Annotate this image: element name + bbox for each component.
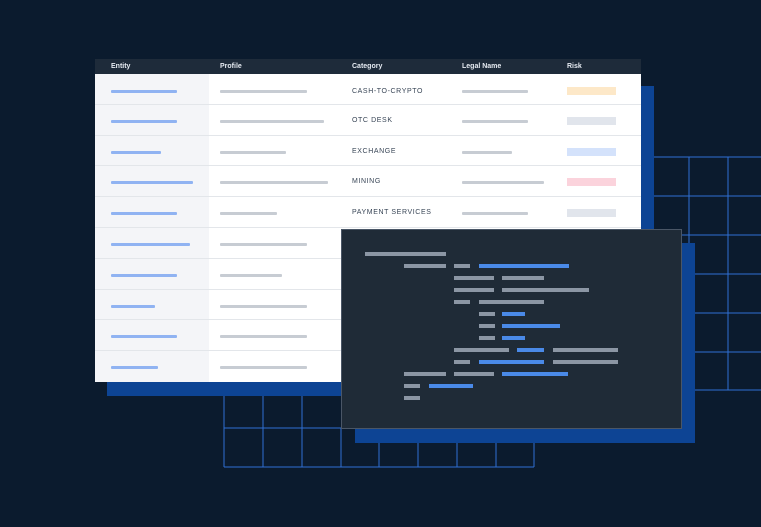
category-cell: OTC DESK: [352, 116, 393, 124]
entity-placeholder: [111, 150, 161, 154]
profile-placeholder: [220, 150, 286, 154]
profile-placeholder: [220, 273, 282, 277]
code-token: [502, 324, 560, 328]
entity-placeholder: [111, 366, 158, 370]
code-token: [479, 312, 495, 316]
entity-placeholder: [111, 304, 155, 308]
header-profile: Profile: [220, 63, 242, 70]
header-category: Category: [352, 63, 383, 70]
legal-name-placeholder: [462, 90, 528, 93]
code-token: [502, 288, 589, 292]
risk-badge: [567, 147, 616, 156]
entity-placeholder: [111, 90, 177, 93]
table-row[interactable]: PAYMENT SERVICES: [95, 197, 641, 228]
code-token: [479, 324, 495, 328]
category-cell: EXCHANGE: [352, 147, 397, 155]
legal-name-placeholder: [462, 150, 512, 154]
category-cell: CASH-TO-CRYPTO: [352, 88, 424, 95]
profile-placeholder: [220, 90, 307, 93]
table-row[interactable]: OTC DESK: [95, 104, 641, 136]
code-token: [454, 360, 470, 364]
code-token: [502, 276, 544, 280]
code-token: [454, 288, 494, 292]
code-token: [517, 348, 544, 352]
category-cell: MINING: [352, 178, 381, 186]
entity-placeholder: [111, 335, 177, 339]
profile-placeholder: [220, 181, 328, 185]
code-token: [454, 276, 494, 280]
code-token: [502, 336, 525, 340]
profile-placeholder: [220, 304, 307, 308]
code-token: [404, 384, 420, 388]
code-token: [479, 360, 544, 364]
code-token: [479, 336, 495, 340]
entity-placeholder: [111, 273, 177, 277]
code-token: [454, 372, 494, 376]
code-token: [429, 384, 473, 388]
profile-placeholder: [220, 335, 307, 339]
profile-placeholder: [220, 119, 324, 123]
entity-placeholder: [111, 212, 177, 216]
header-entity: Entity: [111, 63, 131, 70]
code-token: [479, 264, 569, 268]
code-token: [454, 348, 509, 352]
code-token: [404, 372, 446, 376]
table-header: Entity Profile Category Legal Name Risk: [95, 59, 641, 74]
risk-badge: [567, 178, 616, 187]
code-token: [404, 396, 420, 400]
risk-badge: [567, 209, 616, 218]
code-token: [553, 360, 618, 364]
code-token: [454, 264, 470, 268]
table-row[interactable]: MINING: [95, 166, 641, 198]
profile-placeholder: [220, 242, 307, 246]
category-cell: PAYMENT SERVICES: [352, 209, 432, 217]
legal-name-placeholder: [462, 181, 544, 185]
code-token: [404, 264, 446, 268]
code-panel: [341, 229, 682, 429]
code-line: [365, 252, 446, 256]
profile-placeholder: [220, 366, 307, 370]
table-row[interactable]: EXCHANGE: [95, 135, 641, 167]
table-row[interactable]: CASH-TO-CRYPTO: [95, 74, 641, 105]
code-token: [502, 312, 525, 316]
legal-name-placeholder: [462, 212, 528, 216]
code-token: [553, 348, 618, 352]
code-token: [479, 300, 544, 304]
profile-placeholder: [220, 212, 277, 216]
code-token: [502, 372, 568, 376]
code-token: [454, 300, 470, 304]
entity-placeholder: [111, 242, 190, 246]
header-risk: Risk: [567, 63, 582, 70]
legal-name-placeholder: [462, 119, 528, 123]
entity-placeholder: [111, 181, 193, 185]
risk-badge: [567, 116, 616, 125]
entity-placeholder: [111, 119, 177, 123]
risk-badge: [567, 87, 616, 95]
header-legal-name: Legal Name: [462, 63, 502, 70]
